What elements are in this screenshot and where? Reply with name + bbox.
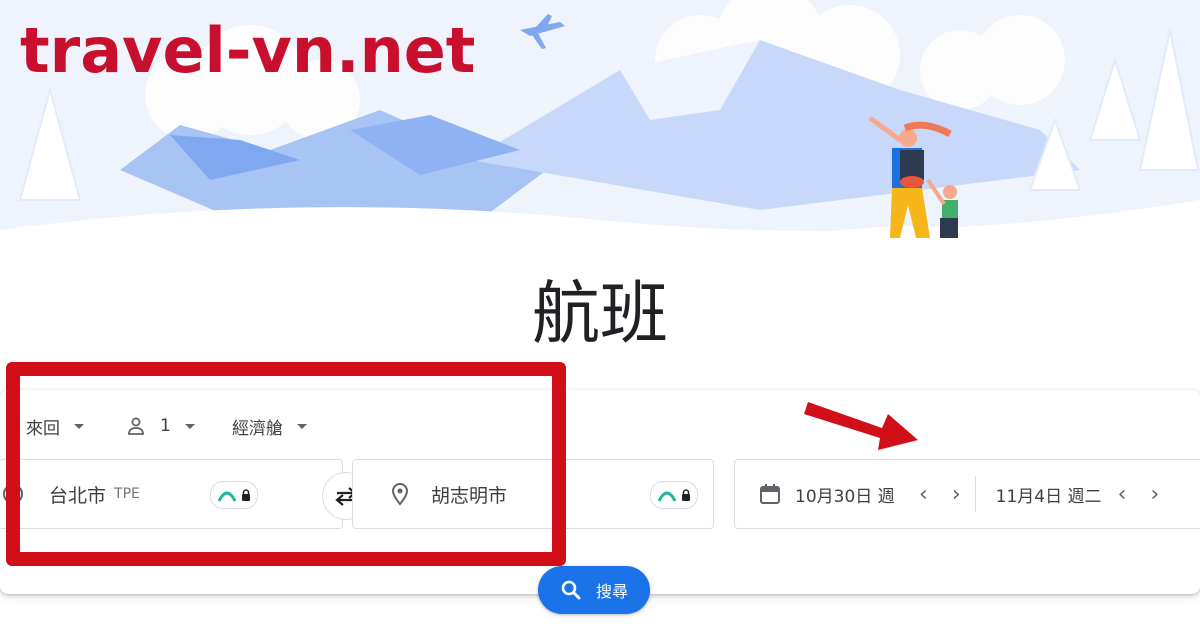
search-button[interactable]: 搜尋 xyxy=(538,566,650,614)
chevron-down-icon xyxy=(184,423,195,429)
calendar-icon xyxy=(760,484,780,504)
cabin-class-dropdown[interactable]: 經濟艙 xyxy=(232,410,307,442)
lock-icon xyxy=(682,489,690,501)
trip-type-label: 來回 xyxy=(26,418,60,439)
chevron-down-icon xyxy=(297,423,307,429)
tracking-icon xyxy=(217,491,237,502)
depart-prev-chevron-icon[interactable]: ‹ xyxy=(919,482,928,507)
person-icon xyxy=(128,417,144,435)
origin-circle-icon xyxy=(3,484,23,504)
price-tracking-lock-badge[interactable] xyxy=(210,481,258,509)
date-divider xyxy=(974,476,976,512)
return-date[interactable]: 11月4日 週二 xyxy=(996,482,1112,507)
passenger-dropdown[interactable]: 1 xyxy=(126,410,195,442)
page-title: 航班 xyxy=(531,275,668,354)
return-prev-chevron-icon[interactable]: ‹ xyxy=(1118,482,1127,507)
origin-code: TPE xyxy=(114,486,140,502)
search-icon xyxy=(561,580,581,600)
tracking-icon xyxy=(657,491,677,502)
cabin-class-label: 經濟艙 xyxy=(232,418,283,439)
depart-date[interactable]: 10月30日 週 xyxy=(795,482,913,507)
origin-input[interactable]: 台北市 TPE xyxy=(0,459,343,529)
location-pin-icon xyxy=(391,482,409,506)
site-brand: travel-vn.net xyxy=(20,14,476,87)
passenger-count: 1 xyxy=(160,416,171,436)
annotation-arrow-icon xyxy=(804,402,918,450)
depart-next-chevron-icon[interactable]: › xyxy=(952,482,961,507)
price-tracking-lock-badge[interactable] xyxy=(650,481,698,509)
origin-city: 台北市 xyxy=(49,484,107,507)
date-range-input[interactable]: 10月30日 週 ‹ › 11月4日 週二 ‹ › xyxy=(734,459,1200,529)
return-next-chevron-icon[interactable]: › xyxy=(1150,482,1159,507)
destination-city: 胡志明市 xyxy=(431,484,508,507)
search-button-label: 搜尋 xyxy=(595,582,628,601)
chevron-down-icon xyxy=(74,423,84,429)
trip-type-dropdown[interactable]: 來回 xyxy=(26,410,84,442)
lock-icon xyxy=(242,489,250,501)
